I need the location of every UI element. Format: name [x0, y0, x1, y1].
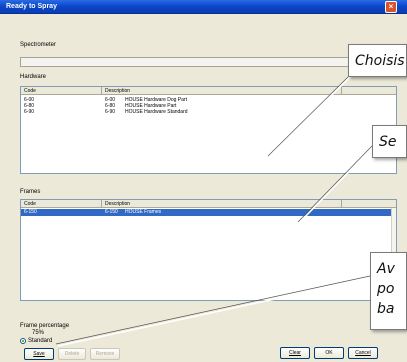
- frames-col-description[interactable]: Description: [105, 201, 130, 207]
- frame-percentage-label: Frame percentage: [20, 323, 70, 329]
- hardware-label: Hardware: [20, 74, 47, 80]
- callout-text-3c: ba: [377, 301, 395, 317]
- frames-table-header: Code Description: [21, 200, 396, 208]
- cancel-button[interactable]: Cancel: [348, 347, 378, 359]
- window-title: Ready to Spray: [6, 3, 57, 10]
- hardware-description: HOUSE Hardware Standard: [125, 109, 188, 115]
- callout-text-1: Choisis: [355, 53, 405, 69]
- delete-button[interactable]: Delete: [58, 348, 86, 360]
- ok-button[interactable]: OK: [314, 347, 344, 359]
- table-row[interactable]: 6-90 6-90 HOUSE Hardware Standard: [21, 109, 396, 115]
- close-icon: ×: [388, 2, 394, 11]
- frames-col-code[interactable]: Code: [24, 201, 36, 207]
- callout-box-3: Av po ba: [370, 252, 407, 330]
- frame-percentage-value: 75%: [32, 330, 45, 336]
- callout-box-1: Choisis: [348, 44, 407, 77]
- hardware-table-header: Code Description: [21, 87, 396, 95]
- frames-label: Frames: [20, 189, 41, 195]
- column-divider[interactable]: [341, 87, 342, 95]
- hardware-num: 6-90: [105, 109, 116, 115]
- title-bar[interactable]: Ready to Spray ×: [0, 0, 407, 14]
- callout-box-2: Se: [372, 125, 407, 158]
- clear-button[interactable]: Clear: [280, 347, 310, 359]
- hardware-col-description[interactable]: Description: [105, 88, 130, 94]
- spectrometer-field[interactable]: [20, 57, 352, 67]
- column-divider[interactable]: [101, 200, 102, 208]
- frames-code: 6-150: [24, 209, 37, 215]
- close-button[interactable]: ×: [385, 1, 397, 13]
- remove-button[interactable]: Remove: [90, 348, 120, 360]
- hardware-code: 6-90: [24, 109, 35, 115]
- callout-text-2: Se: [379, 134, 397, 150]
- save-button[interactable]: Save: [24, 348, 54, 360]
- standard-label: Standard: [28, 338, 53, 344]
- standard-radio[interactable]: [20, 338, 26, 344]
- spectrometer-label: Spectrometer: [20, 42, 57, 48]
- frames-num: 6-150: [105, 209, 118, 215]
- frames-description: HOUSE Frames: [125, 209, 162, 215]
- dialog-window: Ready to Spray × Spectrometer Hardware C…: [0, 0, 407, 362]
- frames-table[interactable]: Code Description 6-150 6-150 HOUSE Frame…: [20, 199, 397, 301]
- column-divider[interactable]: [101, 87, 102, 95]
- callout-text-3a: Av: [377, 261, 395, 277]
- callout-text-3b: po: [377, 281, 395, 297]
- column-divider[interactable]: [341, 200, 342, 208]
- hardware-col-code[interactable]: Code: [24, 88, 36, 94]
- table-row-selected[interactable]: 6-150 6-150 HOUSE Frames: [21, 209, 396, 216]
- hardware-table[interactable]: Code Description 6-00 6-00 HOUSE Hardwar…: [20, 86, 397, 174]
